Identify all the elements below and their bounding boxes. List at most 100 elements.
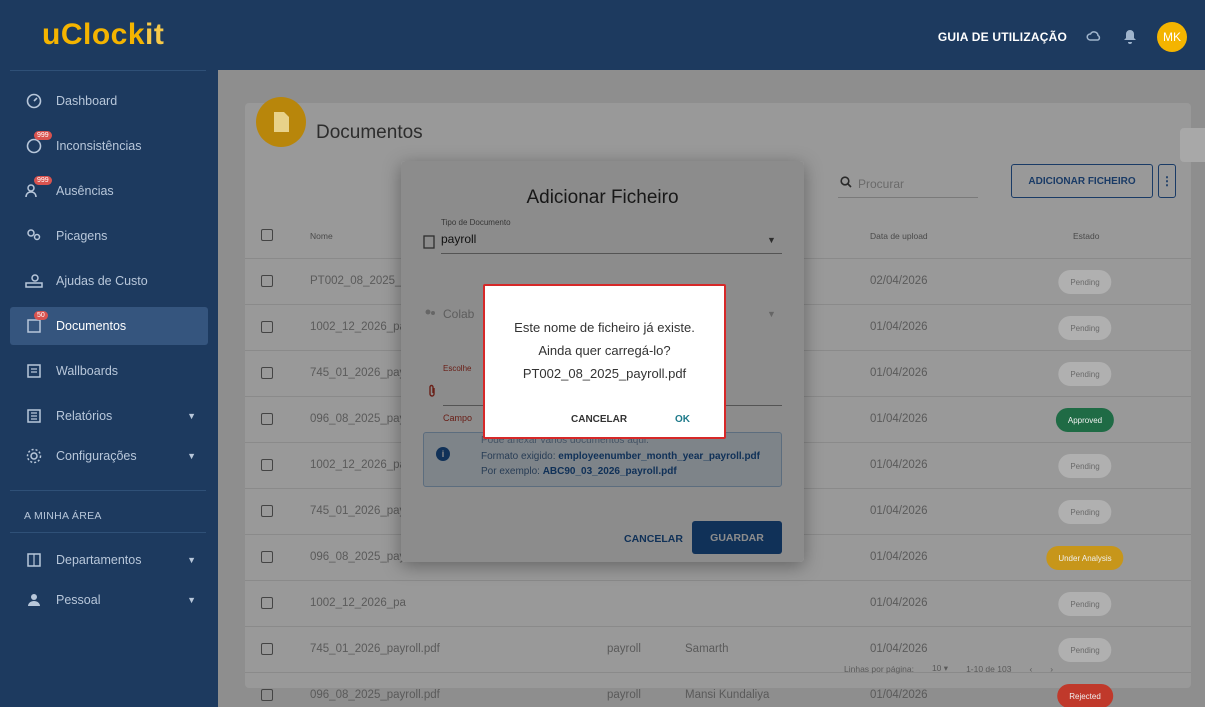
sidebar-item-pessoal[interactable]: Pessoal ▼ <box>10 581 208 619</box>
badge-count: 999 <box>34 131 52 140</box>
upload-date-cell: 01/04/2026 <box>870 321 928 333</box>
search-placeholder: Procurar <box>858 176 905 191</box>
sidebar-item-label: Wallboards <box>56 364 119 378</box>
confirm-message-line-1: Este nome de ficheiro já existe. <box>514 320 695 335</box>
row-checkbox[interactable] <box>261 597 273 609</box>
status-badge: Pending <box>1058 270 1112 294</box>
row-checkbox[interactable] <box>261 643 273 655</box>
row-checkbox[interactable] <box>261 413 273 425</box>
sidebar-section-title: A MINHA ÁREA <box>24 510 102 522</box>
more-options-button[interactable]: ⋮ <box>1158 164 1176 198</box>
confirm-cancel-button[interactable]: CANCELAR <box>571 414 627 425</box>
row-checkbox[interactable] <box>261 367 273 379</box>
report-icon <box>24 406 44 426</box>
column-header-name[interactable]: Nome <box>310 231 333 241</box>
chevron-left-icon[interactable]: ‹ <box>1029 664 1032 674</box>
chevron-down-icon: ▼ <box>187 595 196 605</box>
sidebar-item-label: Picagens <box>56 229 108 243</box>
building-icon <box>24 550 44 570</box>
page-title: Documentos <box>316 122 423 143</box>
pagination: Linhas por página: 10 ▾ 1-10 de 103 ‹ › <box>844 663 1053 674</box>
people-icon <box>24 226 44 246</box>
sidebar-divider <box>10 490 206 491</box>
file-name-cell: 745_01_2026_payr <box>310 505 410 517</box>
rows-per-page-select[interactable]: 10 ▾ <box>932 663 948 674</box>
guide-link[interactable]: GUIA DE UTILIZAÇÃO <box>938 30 1067 44</box>
column-header-status[interactable]: Estado <box>1073 231 1099 241</box>
settings-tab[interactable] <box>1180 128 1205 162</box>
upload-date-cell: 01/04/2026 <box>870 459 928 471</box>
clock-alert-icon: 999 <box>24 131 52 156</box>
status-badge: Pending <box>1058 362 1112 386</box>
row-checkbox[interactable] <box>261 551 273 563</box>
add-file-button[interactable]: ADICIONAR FICHEIRO <box>1011 164 1153 198</box>
sidebar-item-label: Relatórios <box>56 409 113 423</box>
row-checkbox[interactable] <box>261 275 273 287</box>
upload-date-cell: 01/04/2026 <box>870 505 928 517</box>
person-icon <box>24 590 44 610</box>
status-badge: Pending <box>1058 592 1112 616</box>
upload-date-cell: 01/04/2026 <box>870 551 928 563</box>
file-name-cell: 1002_12_2026_pa <box>310 597 406 609</box>
select-all-checkbox[interactable] <box>261 229 273 241</box>
table-row[interactable]: 1002_12_2026_pa 01/04/2026 Pending <box>245 581 1191 627</box>
sidebar-item-departamentos[interactable]: Departamentos ▼ <box>10 541 208 579</box>
document-type-cell: payroll <box>607 643 641 655</box>
sidebar-divider <box>10 532 206 533</box>
sidebar-item-picagens[interactable]: Picagens <box>10 217 208 255</box>
upload-date-cell: 01/04/2026 <box>870 367 928 379</box>
badge-count: 50 <box>34 311 48 320</box>
row-checkbox[interactable] <box>261 459 273 471</box>
status-badge: Pending <box>1058 500 1112 524</box>
status-badge: Rejected <box>1057 684 1113 707</box>
bell-icon[interactable] <box>1121 28 1139 46</box>
chevron-right-icon[interactable]: › <box>1050 664 1053 674</box>
confirm-filename: PT002_08_2025_payroll.pdf <box>522 366 687 381</box>
sidebar-item-inconsistencias[interactable]: 999 Inconsistências <box>10 127 208 165</box>
dashboard-icon <box>24 91 44 111</box>
row-checkbox[interactable] <box>261 321 273 333</box>
sidebar-item-dashboard[interactable]: Dashboard <box>10 82 208 120</box>
rows-per-page-label: Linhas por página: <box>844 663 914 674</box>
confirm-ok-button[interactable]: OK <box>675 414 690 425</box>
sidebar-item-documentos[interactable]: 50 Documentos <box>10 307 208 345</box>
search-icon <box>840 176 852 191</box>
search-field[interactable]: Procurar <box>840 176 904 191</box>
row-checkbox[interactable] <box>261 505 273 517</box>
sidebar-item-wallboards[interactable]: Wallboards <box>10 352 208 390</box>
top-bar: uClockit GUIA DE UTILIZAÇÃO MK <box>0 0 1205 70</box>
user-avatar[interactable]: MK <box>1157 22 1187 52</box>
sidebar-item-configuracoes[interactable]: Configurações ▼ <box>10 437 208 475</box>
file-name-cell: PT002_08_2025_p <box>310 275 408 287</box>
upload-date-cell: 02/04/2026 <box>870 275 928 287</box>
search-underline <box>838 197 978 198</box>
row-checkbox[interactable] <box>261 689 273 701</box>
status-badge: Pending <box>1058 316 1112 340</box>
sidebar-item-ausencias[interactable]: 999 Ausências <box>10 172 208 210</box>
confirm-message-line-2: Ainda quer carregá-lo? <box>538 343 671 358</box>
topbar-actions: GUIA DE UTILIZAÇÃO MK <box>938 22 1187 52</box>
table-row[interactable]: 096_08_2025_payroll.pdf payroll Mansi Kund… <box>245 673 1191 707</box>
upload-date-cell: 01/04/2026 <box>870 689 928 701</box>
file-name-cell: 745_01_2026_payroll.pdf <box>310 643 440 655</box>
sidebar-item-ajudas-de-custo[interactable]: Ajudas de Custo <box>10 262 208 300</box>
file-name-cell: 096_08_2025_payroll.pdf <box>310 689 440 701</box>
app-logo[interactable]: uClockit <box>42 18 164 52</box>
upload-date-cell: 01/04/2026 <box>870 597 928 609</box>
sidebar-item-relatorios[interactable]: Relatórios ▼ <box>10 397 208 435</box>
sidebar-item-label: Dashboard <box>56 94 118 108</box>
file-name-cell: 1002_12_2026_pa <box>310 459 406 471</box>
sidebar-item-label: Inconsistências <box>56 139 142 153</box>
file-name-cell: 096_08_2025_payr <box>310 551 410 563</box>
document-type-cell: payroll <box>607 689 641 701</box>
sidebar-item-label: Departamentos <box>56 553 142 567</box>
sidebar-item-label: Ajudas de Custo <box>56 274 148 288</box>
people-away-icon: 999 <box>24 176 52 201</box>
cloud-sync-icon[interactable] <box>1085 28 1103 46</box>
chevron-down-icon: ▼ <box>187 451 196 461</box>
column-header-date[interactable]: Data de upload <box>870 231 928 241</box>
collaborator-cell: Samarth <box>685 643 729 655</box>
sidebar-item-label: Ausências <box>56 184 114 198</box>
person-money-icon <box>24 271 44 291</box>
rows-per-page-value: 10 <box>931 663 942 673</box>
